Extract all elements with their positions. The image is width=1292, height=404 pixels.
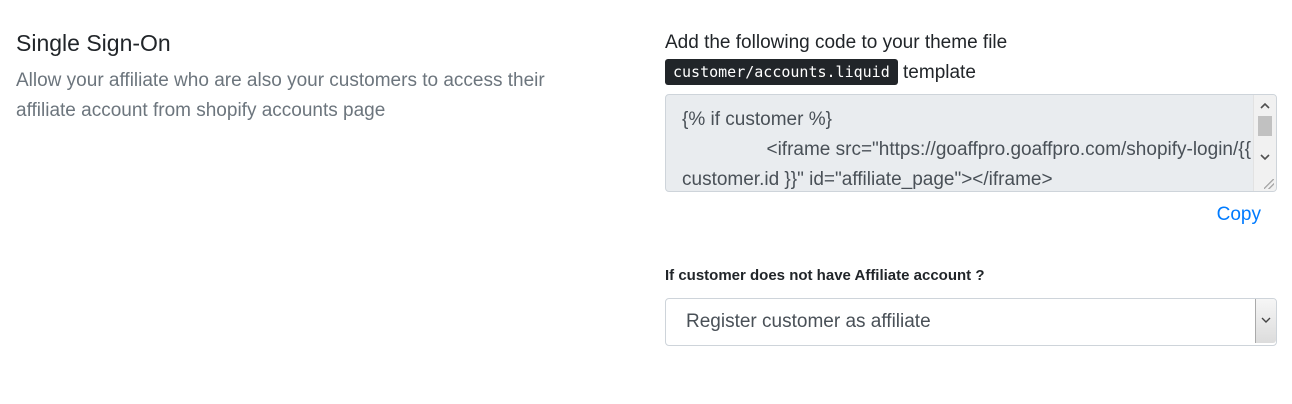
code-snippet: {% if customer %} <iframe src="https://g… xyxy=(682,109,1251,190)
page: Single Sign-On Allow your affiliate who … xyxy=(0,0,1292,404)
no-account-action-select[interactable]: Register customer as affiliate xyxy=(665,298,1277,346)
code-scrollbar[interactable] xyxy=(1253,95,1276,191)
copy-row: Copy xyxy=(665,192,1277,236)
template-file-chip: customer/accounts.liquid xyxy=(665,59,898,85)
instruction-suffix: template xyxy=(903,62,976,83)
section-title: Single Sign-On xyxy=(16,30,171,56)
sso-settings-column: Add the following code to your theme fil… xyxy=(665,28,1277,346)
select-label: If customer does not have Affiliate acco… xyxy=(665,267,985,284)
instruction-line-1: Add the following code to your theme fil… xyxy=(665,32,1008,53)
select-dropdown-button[interactable] xyxy=(1255,299,1276,343)
select-value: Register customer as affiliate xyxy=(686,311,931,332)
resize-grip-icon[interactable] xyxy=(1264,179,1274,189)
copy-button[interactable]: Copy xyxy=(1217,204,1261,226)
sso-info-column: Single Sign-On Allow your affiliate who … xyxy=(16,28,616,126)
code-textarea[interactable]: {% if customer %} <iframe src="https://g… xyxy=(665,94,1277,192)
scroll-down-icon[interactable] xyxy=(1254,149,1276,167)
scroll-thumb[interactable] xyxy=(1258,116,1272,136)
section-description: Allow your affiliate who are also your c… xyxy=(16,70,545,121)
scroll-up-icon[interactable] xyxy=(1254,97,1276,115)
instruction-line-2: customer/accounts.liquid template xyxy=(665,58,1277,88)
